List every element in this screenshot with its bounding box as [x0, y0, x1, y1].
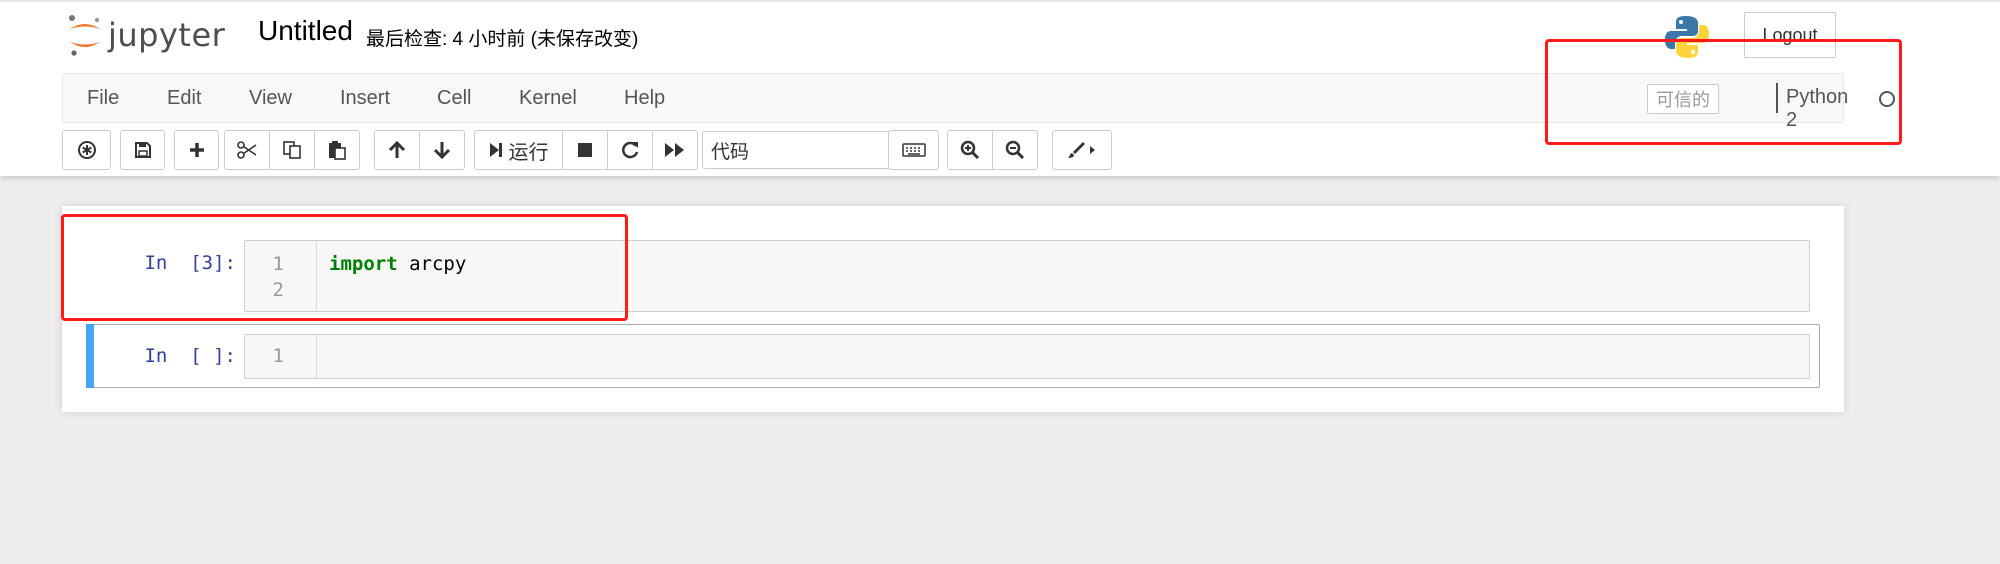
move-down-icon [433, 142, 451, 160]
kernel-idle-icon [1879, 91, 1895, 107]
menu-insert[interactable]: Insert [340, 87, 390, 110]
trusted-indicator[interactable]: 可信的 [1647, 84, 1719, 114]
cell-2-selection-bar [86, 324, 94, 388]
line-number: 1 [272, 253, 284, 275]
insert-cell-button[interactable] [174, 130, 219, 170]
menu-edit[interactable]: Edit [167, 87, 201, 110]
jupyter-mark-icon [69, 15, 100, 56]
cell-2-input[interactable]: 1 [244, 334, 1810, 379]
save-button[interactable] [120, 130, 165, 170]
code-keyword: import [329, 253, 398, 275]
cell-2-prompt: In [ ]: [144, 345, 236, 367]
cell-1-input[interactable]: 1 2 import arcpy [244, 240, 1810, 312]
interrupt-button[interactable] [562, 130, 608, 170]
stop-icon [578, 143, 592, 157]
run-all-button[interactable] [652, 130, 698, 170]
menu-kernel[interactable]: Kernel [519, 87, 577, 110]
add-cell-icon [189, 143, 204, 157]
toolbar: 运行 代码 [62, 130, 1844, 170]
kernel-name[interactable]: Python 2 [1786, 86, 1848, 132]
paste-icon [329, 141, 346, 160]
code-text: arcpy [397, 253, 467, 275]
cell-type-value: 代码 [711, 141, 750, 163]
copy-icon [283, 141, 301, 159]
menu-help[interactable]: Help [624, 87, 665, 110]
paint-brush-icon [1068, 142, 1095, 158]
jupyter-wordmark: jupyter [108, 16, 226, 54]
cell-toolbar-button[interactable] [1052, 130, 1112, 170]
restart-button[interactable] [607, 130, 653, 170]
menu-cell[interactable]: Cell [437, 87, 471, 110]
save-icon [134, 142, 151, 158]
jupyter-logo[interactable]: jupyter [66, 12, 225, 58]
copy-button[interactable] [269, 130, 315, 170]
cell-1-code: import arcpy [329, 253, 466, 275]
cell-2-gutter: 1 [245, 335, 317, 378]
command-palette-button[interactable] [62, 130, 111, 170]
restart-icon [622, 141, 639, 159]
cut-button[interactable] [224, 130, 270, 170]
zoom-out-button[interactable] [992, 130, 1038, 170]
move-up-icon [388, 140, 406, 158]
run-label: 运行 [508, 141, 549, 164]
cell-1-prompt: In [3]: [144, 252, 236, 274]
keyboard-shortcuts-button[interactable] [888, 130, 939, 170]
keyboard-icon [901, 143, 926, 157]
kernel-divider [1776, 83, 1778, 113]
move-up-button[interactable] [374, 130, 420, 170]
menu-bar: File Edit View Insert Cell Kernel Help 可… [62, 73, 1895, 131]
command-palette-icon [77, 141, 96, 159]
zoom-in-button[interactable] [947, 130, 993, 170]
cut-icon [237, 141, 257, 159]
fast-forward-icon [665, 143, 684, 157]
run-icon [489, 143, 502, 157]
cell-1-gutter: 1 2 [245, 241, 317, 311]
line-number: 1 [272, 345, 284, 367]
paste-button[interactable] [314, 130, 360, 170]
zoom-out-icon [1005, 140, 1025, 160]
logout-button[interactable]: Logout [1744, 12, 1836, 58]
menu-file[interactable]: File [87, 87, 119, 110]
run-button[interactable]: 运行 [474, 130, 563, 170]
notebook-title[interactable]: Untitled [258, 15, 353, 47]
menu-view[interactable]: View [249, 87, 292, 110]
python-logo-icon [1665, 16, 1709, 58]
zoom-in-icon [960, 140, 980, 160]
move-down-button[interactable] [419, 130, 465, 170]
notebook-header: jupyter Untitled 最后检查: 4 小时前 (未保存改变) Log… [0, 0, 2000, 176]
checkpoint-status: 最后检查: 4 小时前 (未保存改变) [366, 29, 639, 50]
line-number: 2 [272, 279, 284, 301]
